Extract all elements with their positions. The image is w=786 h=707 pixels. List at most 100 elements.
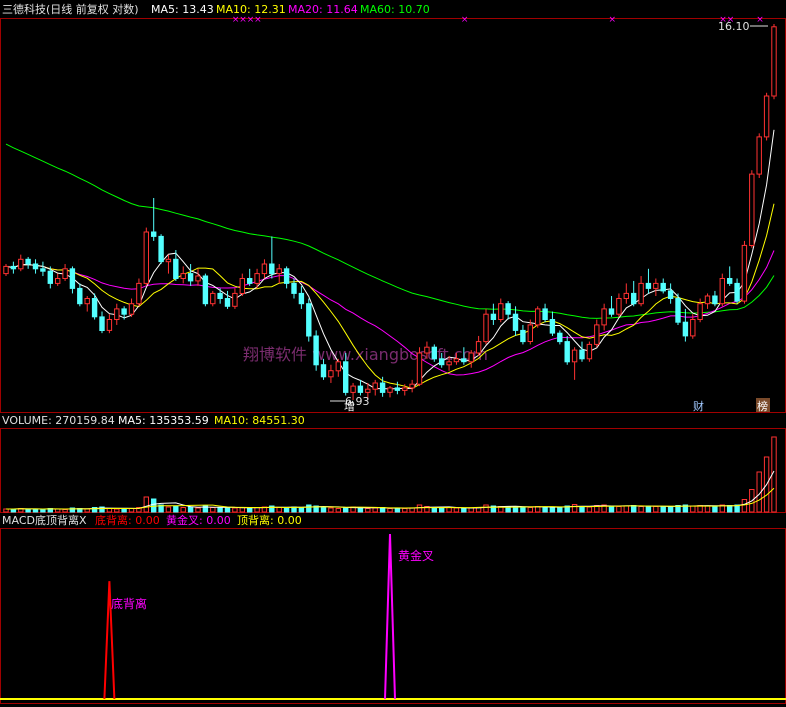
candle — [727, 266, 733, 286]
volume-bar — [32, 508, 39, 513]
marker-cai: 财 — [693, 399, 704, 413]
volume-bar — [106, 508, 113, 513]
candle-body — [10, 265, 17, 270]
candle-body — [55, 278, 61, 284]
candle-body — [667, 290, 674, 299]
volume-bar — [631, 505, 637, 513]
candle — [77, 283, 83, 307]
volume-bar — [180, 507, 186, 513]
volume-bar — [616, 506, 622, 513]
candle — [601, 303, 607, 331]
candle — [239, 273, 246, 296]
candle-body — [490, 313, 497, 321]
candle — [247, 268, 253, 286]
candle — [313, 330, 319, 371]
candle-body — [298, 292, 305, 305]
volume-bar — [187, 506, 194, 513]
chart-canvas[interactable]: 翔博软件 www.xiangbosoft.com 三德科技(日线 前复权 对数)… — [0, 0, 786, 707]
candle-body — [40, 268, 46, 272]
volume-bar — [173, 506, 179, 513]
volume-ma5-legend: MA5: 135353.59 — [118, 414, 209, 427]
candle-body — [91, 298, 98, 318]
candle-body — [446, 361, 452, 366]
candle — [283, 266, 290, 289]
candle — [542, 303, 548, 323]
candle — [631, 280, 637, 307]
candle-body — [483, 313, 489, 343]
candle — [763, 92, 770, 141]
candle-body — [372, 382, 378, 390]
candle-body — [601, 308, 607, 326]
candle — [158, 234, 164, 265]
candle-body — [409, 383, 415, 389]
candle-body — [328, 370, 334, 378]
candle — [616, 293, 622, 317]
volume-ma10-line — [6, 487, 775, 510]
candle-body — [247, 278, 253, 284]
volume-bar — [151, 498, 157, 513]
candle — [99, 311, 105, 334]
volume-bar — [660, 506, 666, 513]
candle-body — [527, 324, 533, 342]
volume-bar — [114, 508, 120, 513]
candle-body — [69, 268, 76, 289]
volume-bar — [468, 507, 474, 513]
volume-bar — [283, 507, 290, 513]
candle-body — [749, 173, 755, 247]
volume-bar — [143, 496, 150, 513]
volume-bar — [320, 506, 327, 513]
volume-ma10-legend: MA10: 84551.30 — [214, 414, 305, 427]
candle — [3, 264, 9, 277]
volume-bar — [276, 507, 282, 513]
volume-bar — [461, 508, 467, 513]
candle-body — [542, 308, 548, 320]
signal-mark: × — [756, 15, 764, 25]
volume-bar — [365, 508, 371, 513]
volume-bar — [608, 505, 615, 513]
candle-body — [564, 341, 570, 363]
candle-body — [416, 352, 423, 385]
candle-body — [379, 382, 386, 393]
candle — [195, 268, 201, 286]
candle-body — [727, 278, 733, 284]
volume-bar — [431, 507, 438, 513]
candle-body — [99, 316, 105, 331]
signal-mark: × — [254, 15, 262, 25]
candle-body — [579, 349, 585, 360]
candle — [10, 261, 17, 274]
candle-body — [365, 388, 371, 393]
candle — [468, 350, 474, 368]
volume-bar — [549, 507, 556, 513]
volume-bar — [306, 504, 312, 513]
candle — [210, 290, 216, 307]
ma60-legend: MA60: 10.70 — [360, 3, 430, 16]
candle-body — [616, 298, 622, 315]
volume-bar — [690, 505, 696, 513]
volume-bar — [62, 509, 68, 513]
candle — [180, 266, 186, 284]
candle-body — [84, 298, 90, 305]
volume-bar — [217, 507, 223, 513]
watermark: 翔博软件 www.xiangbosoft.com — [243, 345, 488, 364]
candle — [165, 254, 172, 274]
volume-bar — [40, 509, 46, 513]
candle-body — [631, 292, 637, 305]
candle — [608, 295, 615, 317]
candle-body — [461, 358, 467, 363]
candle-body — [594, 324, 600, 345]
candle — [638, 276, 644, 307]
volume-bar — [645, 505, 652, 513]
top-divergence-legend: 顶背离: 0.00 — [237, 513, 302, 527]
candle-body — [350, 385, 356, 393]
volume-bar — [416, 504, 423, 513]
volume-bar — [328, 507, 334, 513]
golden-cross-legend: 黄金叉: 0.00 — [166, 513, 231, 527]
volume-bar — [25, 508, 31, 513]
candle-body — [535, 308, 541, 326]
candle-body — [165, 258, 172, 263]
candle — [564, 335, 570, 365]
candle — [682, 308, 689, 342]
candle — [704, 293, 711, 309]
macd-title: MACD底顶背离X — [2, 513, 87, 527]
candle-body — [313, 335, 319, 366]
